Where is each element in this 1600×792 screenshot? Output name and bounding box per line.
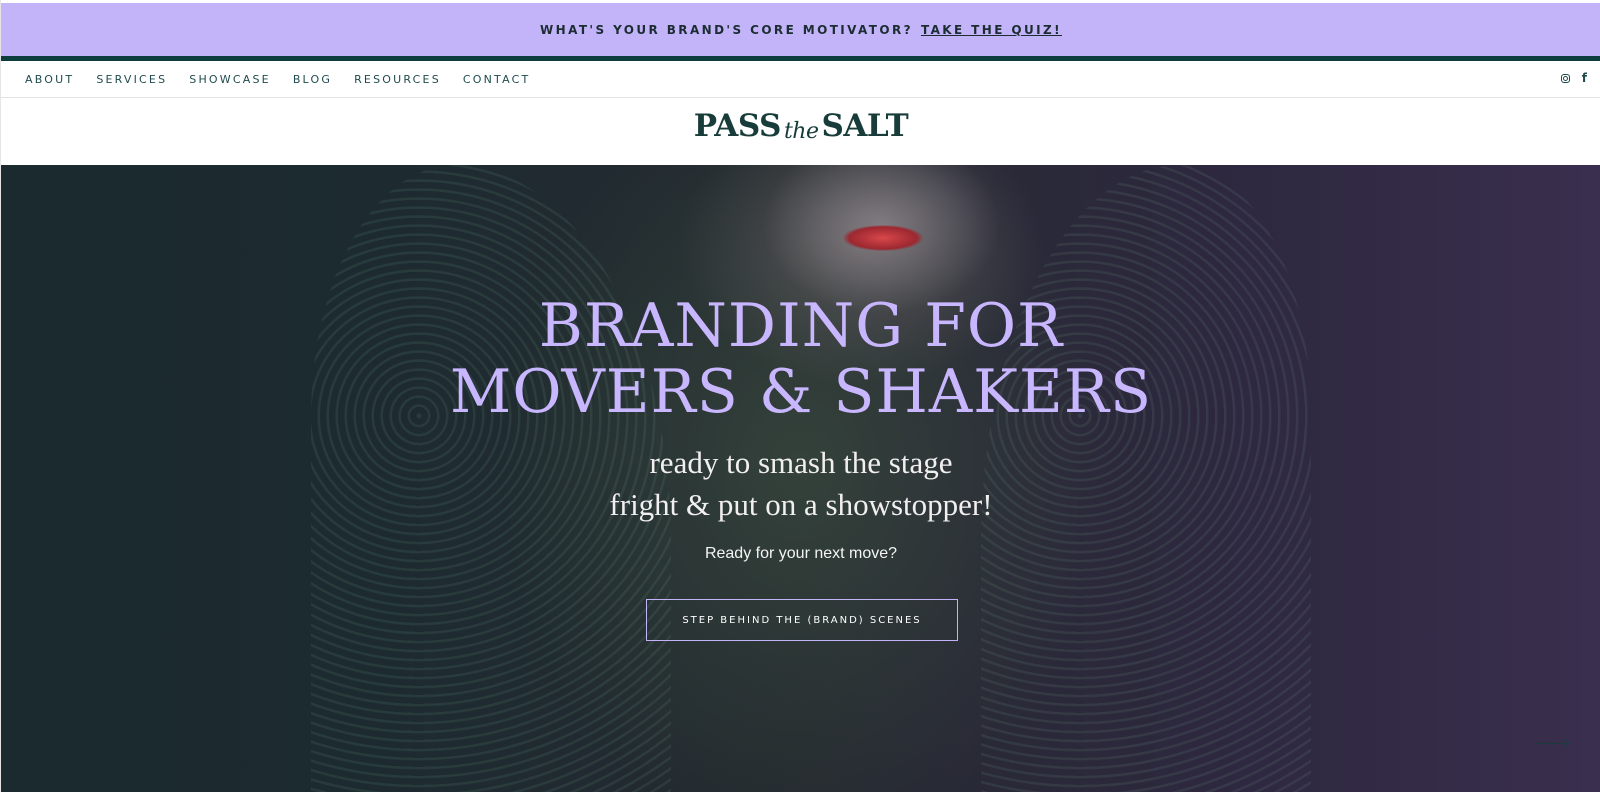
nav-resources[interactable]: RESOURCES bbox=[354, 73, 441, 86]
logo-the: the bbox=[783, 119, 819, 144]
hero-headline: BRANDING FOR MOVERS & SHAKERS bbox=[1, 293, 1600, 425]
nav-contact[interactable]: CONTACT bbox=[463, 73, 531, 86]
hero-subheadline-line-2: fright & put on a showstopper! bbox=[609, 487, 993, 522]
logo-salt: SALT bbox=[821, 108, 909, 144]
hero-headline-line-1: BRANDING FOR bbox=[538, 291, 1064, 361]
arrow-right-icon[interactable] bbox=[1536, 743, 1568, 744]
cta-button[interactable]: STEP BEHIND THE (BRAND) SCENES bbox=[646, 599, 958, 641]
page: WHAT'S YOUR BRAND'S CORE MOTIVATOR? TAKE… bbox=[0, 0, 1600, 792]
facebook-icon[interactable]: f bbox=[1582, 71, 1587, 85]
quiz-link[interactable]: TAKE THE QUIZ! bbox=[921, 23, 1062, 37]
hero-prompt: Ready for your next move? bbox=[704, 545, 898, 562]
nav-services[interactable]: SERVICES bbox=[96, 73, 167, 86]
logo-pass: PASS bbox=[693, 108, 782, 144]
hero-headline-line-2: MOVERS & SHAKERS bbox=[449, 357, 1153, 427]
hero-background-lips bbox=[843, 225, 923, 251]
social-links: f bbox=[1560, 71, 1587, 85]
nav-blog[interactable]: BLOG bbox=[293, 73, 332, 86]
nav-showcase[interactable]: SHOWCASE bbox=[189, 73, 271, 86]
hero-subheadline-line-1: ready to smash the stage bbox=[649, 445, 953, 480]
instagram-icon[interactable] bbox=[1560, 73, 1570, 83]
hero-subheadline: ready to smash the stage fright & put on… bbox=[1, 442, 1600, 526]
hero-section: BRANDING FOR MOVERS & SHAKERS ready to s… bbox=[1, 165, 1600, 792]
logo-band: PASS theSALT bbox=[1, 98, 1600, 165]
main-nav: ABOUT SERVICES SHOWCASE BLOG RESOURCES C… bbox=[1, 61, 1600, 98]
announcement-text: WHAT'S YOUR BRAND'S CORE MOTIVATOR? bbox=[540, 22, 913, 37]
announcement-bar: WHAT'S YOUR BRAND'S CORE MOTIVATOR? TAKE… bbox=[1, 3, 1600, 56]
nav-about[interactable]: ABOUT bbox=[25, 73, 74, 86]
site-logo[interactable]: PASS theSALT bbox=[1, 108, 1600, 144]
